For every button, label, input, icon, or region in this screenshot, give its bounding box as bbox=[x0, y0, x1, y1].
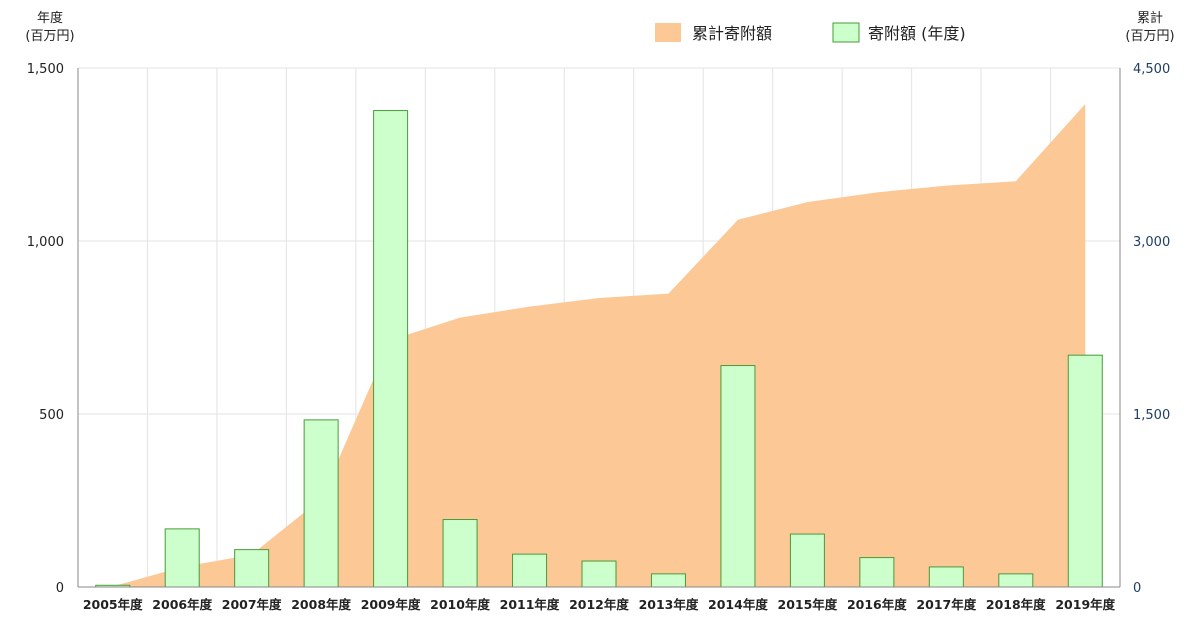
right-tick-label: 1,500 bbox=[1133, 408, 1170, 423]
legend: 累計寄附額 寄附額 (年度) bbox=[655, 22, 966, 43]
annual-bar bbox=[373, 110, 409, 588]
annual-bar bbox=[442, 519, 478, 588]
x-tick-label: 2007年度 bbox=[222, 597, 282, 612]
right-tick-label: 4,500 bbox=[1133, 62, 1170, 77]
annual-bar bbox=[789, 533, 825, 588]
annual-bar bbox=[650, 573, 686, 588]
annual-bar bbox=[859, 557, 895, 588]
x-tick-label: 2009年度 bbox=[361, 597, 421, 612]
annual-bar bbox=[928, 566, 964, 588]
left-tick-label: 0 bbox=[56, 581, 64, 596]
right-axis-title-line-2: (百万円) bbox=[1125, 29, 1174, 44]
x-tick-label: 2014年度 bbox=[708, 597, 768, 612]
x-tick-label: 2012年度 bbox=[569, 597, 629, 612]
x-tick-label: 2008年度 bbox=[291, 597, 351, 612]
right-axis-title-line-1: 累計 bbox=[1137, 10, 1163, 26]
annual-bar bbox=[234, 549, 270, 588]
x-tick-label: 2017年度 bbox=[916, 597, 976, 612]
x-tick-label: 2011年度 bbox=[500, 597, 560, 612]
annual-bar bbox=[512, 553, 548, 588]
x-tick-label: 2006年度 bbox=[152, 597, 212, 612]
left-axis-ticks: 0 500 1,000 1,500 bbox=[27, 62, 64, 596]
annual-bar bbox=[720, 365, 756, 588]
left-axis-title-line-1: 年度 bbox=[37, 10, 63, 26]
right-tick-label: 0 bbox=[1133, 581, 1141, 596]
cumulative-area-layer bbox=[112, 103, 1086, 587]
legend-item-cumulative[interactable]: 累計寄附額 bbox=[655, 23, 772, 43]
right-tick-label: 3,000 bbox=[1133, 235, 1170, 250]
legend-label-annual: 寄附額 (年度) bbox=[868, 24, 966, 43]
x-tick-label: 2019年度 bbox=[1055, 597, 1115, 612]
legend-swatch-annual bbox=[832, 22, 860, 43]
cumulative-area bbox=[112, 103, 1086, 587]
legend-item-annual[interactable]: 寄附額 (年度) bbox=[832, 22, 966, 43]
legend-label-cumulative: 累計寄附額 bbox=[692, 24, 772, 43]
x-tick-label: 2010年度 bbox=[430, 597, 490, 612]
x-axis-ticks: 2005年度 2006年度 2007年度 2008年度 2009年度 2010年度 2011… bbox=[83, 597, 1116, 612]
x-tick-label: 2005年度 bbox=[83, 597, 143, 612]
left-axis-title: 年度 (百万円) bbox=[25, 10, 74, 44]
legend-swatch-cumulative bbox=[655, 23, 681, 42]
chart: 年度 (百万円) 累計 (百万円) 累計寄附額 寄附額 (年度) 0 500 1,0… bbox=[25, 10, 1174, 612]
right-axis-title: 累計 (百万円) bbox=[1125, 10, 1174, 44]
annual-bar bbox=[164, 528, 200, 588]
x-tick-label: 2018年度 bbox=[986, 597, 1046, 612]
left-tick-label: 500 bbox=[39, 408, 64, 423]
right-axis-ticks: 0 1,500 3,000 4,500 bbox=[1133, 62, 1170, 596]
x-tick-label: 2016年度 bbox=[847, 597, 907, 612]
left-tick-label: 1,500 bbox=[27, 62, 64, 77]
left-axis-title-line-2: (百万円) bbox=[25, 29, 74, 44]
annual-bar bbox=[1067, 354, 1103, 588]
x-tick-label: 2013年度 bbox=[639, 597, 699, 612]
annual-bar bbox=[303, 419, 339, 588]
left-tick-label: 1,000 bbox=[27, 235, 64, 250]
x-tick-label: 2015年度 bbox=[778, 597, 838, 612]
annual-bar bbox=[998, 573, 1034, 588]
annual-bar bbox=[581, 560, 617, 588]
